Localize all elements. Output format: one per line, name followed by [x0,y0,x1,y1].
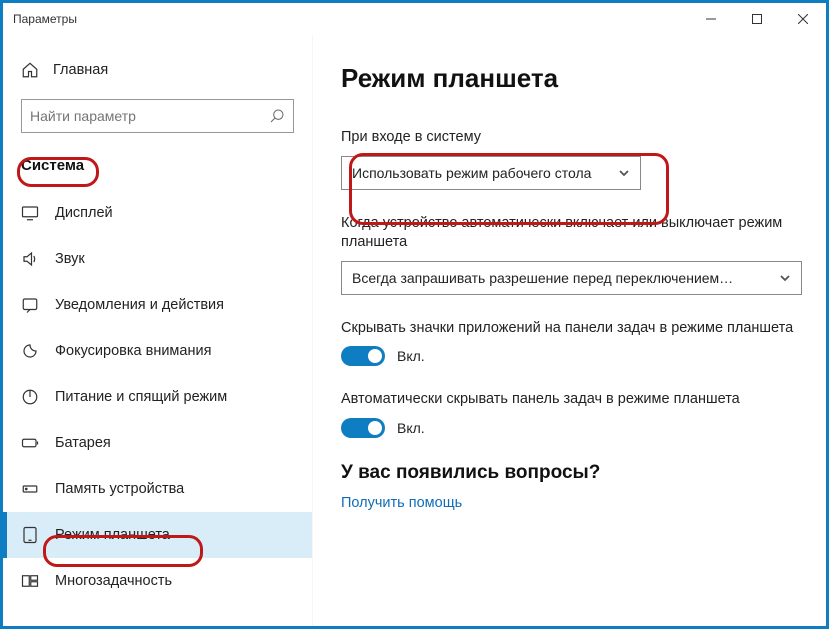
setting-signin: При входе в систему Использовать режим р… [341,128,802,190]
nav-label: Батарея [55,435,111,451]
chevron-down-icon [618,167,630,179]
page-title: Режим планшета [341,63,802,94]
chevron-down-icon [779,272,791,284]
display-icon [21,204,39,222]
close-button[interactable] [780,3,826,35]
maximize-icon [752,14,762,24]
search-container [3,99,312,147]
setting-hide-taskbar-label: Автоматически скрывать панель задач в ре… [341,390,802,410]
toggle-hide-icons[interactable] [341,346,385,366]
setting-signin-label: При входе в систему [341,128,802,148]
minimize-icon [706,14,716,24]
nav-item-power[interactable]: Питание и спящий режим [3,374,312,420]
nav-label: Режим планшета [55,527,170,543]
select-auto-value: Всегда запрашивать разрешение перед пере… [352,270,733,286]
notifications-icon [21,296,39,314]
select-auto[interactable]: Всегда запрашивать разрешение перед пере… [341,261,802,295]
home-label: Главная [53,62,108,78]
setting-auto: Когда устройство автоматически включает … [341,214,802,295]
minimize-button[interactable] [688,3,734,35]
nav-label: Звук [55,251,85,267]
nav-label: Многозадачность [55,573,172,589]
nav-label: Дисплей [55,205,113,221]
nav-item-sound[interactable]: Звук [3,236,312,282]
search-icon [269,108,285,124]
nav-label: Память устройства [55,481,184,497]
setting-hide-icons: Скрывать значки приложений на панели зад… [341,319,802,367]
focus-icon [21,342,39,360]
power-icon [21,388,39,406]
nav-item-focus[interactable]: Фокусировка внимания [3,328,312,374]
search-input[interactable] [30,108,269,124]
settings-window: Параметры Главная [0,0,829,629]
nav-label: Уведомления и действия [55,297,224,313]
sidebar: Главная Система Дисплей Звук [3,35,313,626]
multitask-icon [21,572,39,590]
window-title: Параметры [13,12,77,26]
setting-hide-taskbar: Автоматически скрывать панель задач в ре… [341,390,802,438]
toggle-hide-taskbar[interactable] [341,418,385,438]
nav-item-display[interactable]: Дисплей [3,190,312,236]
sound-icon [21,250,39,268]
select-signin-value: Использовать режим рабочего стола [352,165,591,181]
help-title: У вас появились вопросы? [341,462,802,484]
main-content: Режим планшета При входе в систему Испол… [313,35,826,626]
tablet-icon [21,526,39,544]
window-controls [688,3,826,35]
setting-hide-icons-label: Скрывать значки приложений на панели зад… [341,319,802,339]
home-icon [21,61,39,79]
toggle-hide-icons-state: Вкл. [397,348,425,364]
home-button[interactable]: Главная [3,53,312,87]
nav-item-storage[interactable]: Память устройства [3,466,312,512]
nav-item-tablet[interactable]: Режим планшета [3,512,312,558]
select-signin[interactable]: Использовать режим рабочего стола [341,156,641,190]
maximize-button[interactable] [734,3,780,35]
close-icon [798,14,808,24]
nav-item-multitask[interactable]: Многозадачность [3,558,312,604]
battery-icon [21,434,39,452]
nav-label: Питание и спящий режим [55,389,227,405]
window-body: Главная Система Дисплей Звук [3,35,826,626]
search-box[interactable] [21,99,294,133]
nav-item-notifications[interactable]: Уведомления и действия [3,282,312,328]
toggle-hide-taskbar-state: Вкл. [397,420,425,436]
setting-auto-label: Когда устройство автоматически включает … [341,214,802,253]
nav-list: Дисплей Звук Уведомления и действия Фоку… [3,190,312,626]
storage-icon [21,480,39,498]
help-link[interactable]: Получить помощь [341,495,462,511]
nav-item-battery[interactable]: Батарея [3,420,312,466]
titlebar: Параметры [3,3,826,35]
nav-label: Фокусировка внимания [55,343,211,359]
section-label: Система [3,147,312,184]
